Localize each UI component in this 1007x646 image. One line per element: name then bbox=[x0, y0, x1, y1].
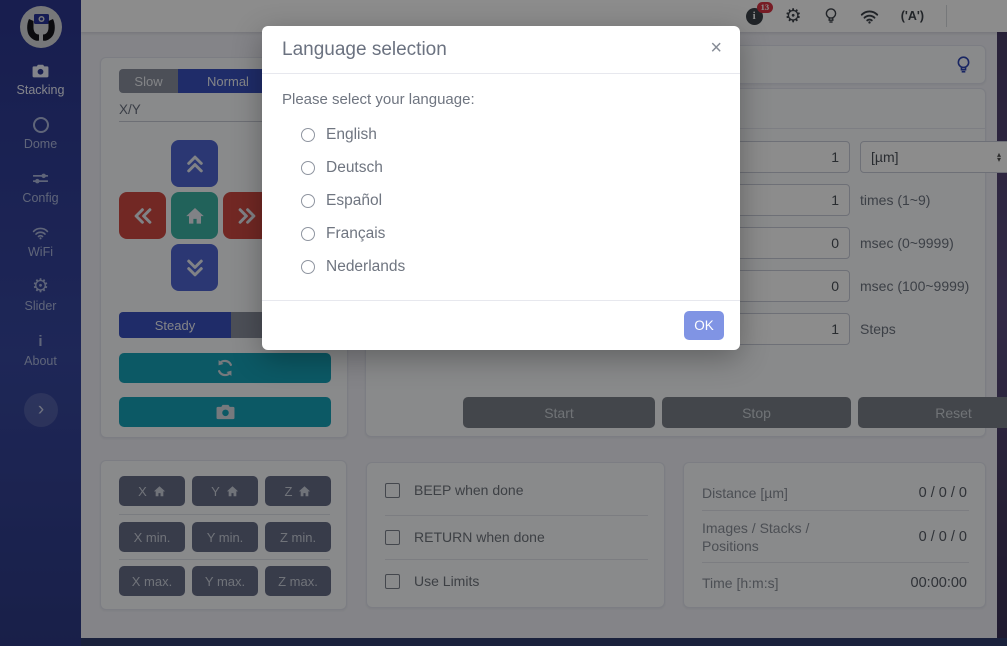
language-option-nederlands[interactable]: Nederlands bbox=[301, 255, 720, 279]
modal-title: Language selection bbox=[282, 39, 447, 60]
radio-label: Español bbox=[326, 192, 383, 209]
radio-label: English bbox=[326, 126, 377, 143]
language-selection-modal: Language selection × Please select your … bbox=[262, 26, 740, 350]
language-option-espanol[interactable]: Español bbox=[301, 189, 720, 213]
radio-icon bbox=[301, 260, 315, 274]
radio-icon bbox=[301, 227, 315, 241]
modal-header: Language selection × bbox=[262, 26, 740, 74]
app-screen: Stacking Dome Config WiFi ⚙ Slider i Abo… bbox=[0, 0, 1007, 646]
language-option-english[interactable]: English bbox=[301, 123, 720, 147]
radio-label: Nederlands bbox=[326, 258, 406, 275]
language-prompt: Please select your language: bbox=[282, 91, 475, 108]
close-icon[interactable]: × bbox=[706, 34, 726, 62]
ok-button[interactable]: OK bbox=[684, 311, 724, 340]
modal-body: Please select your language: English Deu… bbox=[262, 74, 740, 292]
radio-icon bbox=[301, 128, 315, 142]
radio-icon bbox=[301, 161, 315, 175]
modal-footer: OK bbox=[262, 300, 740, 350]
radio-label: Français bbox=[326, 225, 386, 242]
radio-label: Deutsch bbox=[326, 159, 383, 176]
language-option-deutsch[interactable]: Deutsch bbox=[301, 156, 720, 180]
language-option-francais[interactable]: Français bbox=[301, 222, 720, 246]
radio-icon bbox=[301, 194, 315, 208]
